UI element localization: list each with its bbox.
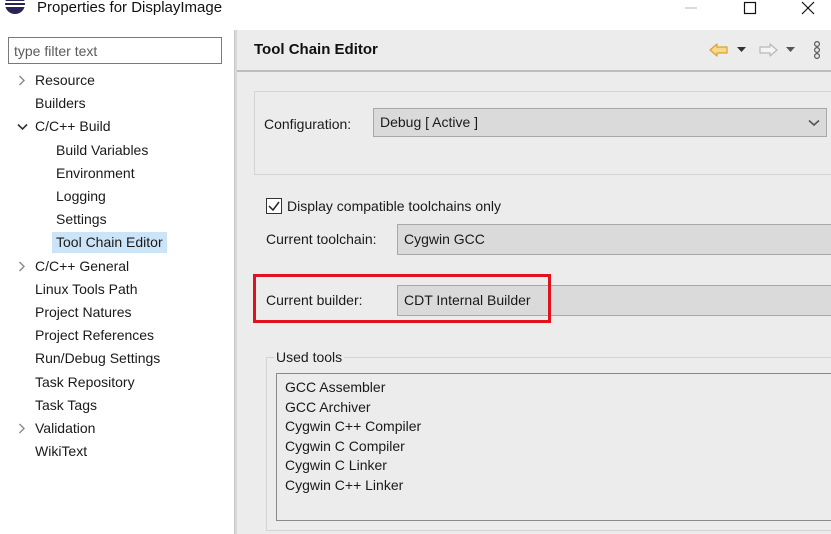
- window-title: Properties for DisplayImage: [37, 0, 223, 16]
- used-tools-label: Used tools: [274, 349, 345, 365]
- tree-item-label: WikiText: [35, 443, 88, 460]
- close-button[interactable]: [793, 0, 823, 16]
- checkmark-icon: [268, 201, 280, 212]
- tree-item-label: Task Tags: [35, 396, 97, 413]
- used-tool-item[interactable]: GCC Archiver: [285, 398, 831, 418]
- tree-item-label: Environment: [56, 164, 135, 181]
- maximize-button[interactable]: [735, 0, 765, 16]
- tree-item[interactable]: C/C++ General: [35, 256, 129, 277]
- tree-item[interactable]: Linux Tools Path: [35, 279, 137, 300]
- tool-chain-editor-page: Tool Chain Editor Configuration: Debug […: [237, 30, 831, 534]
- view-menu-icon: [813, 40, 821, 60]
- compatible-toolchains-label[interactable]: Display compatible toolchains only: [287, 198, 501, 214]
- used-tool-item[interactable]: Cygwin C Linker: [285, 456, 831, 476]
- tree-item-label: Task Repository: [35, 373, 135, 390]
- used-tool-item[interactable]: GCC Assembler: [285, 378, 831, 398]
- tree-item-label: Resource: [35, 72, 95, 88]
- back-history-dropdown[interactable]: [737, 40, 746, 60]
- forward-history-dropdown[interactable]: [786, 40, 795, 60]
- configuration-value: Debug [ Active ]: [380, 114, 479, 130]
- forward-button[interactable]: [758, 40, 778, 60]
- tree-item-label: Project References: [35, 327, 155, 344]
- current-builder-label: Current builder:: [266, 292, 363, 308]
- tree-item[interactable]: Validation: [35, 418, 95, 439]
- tree-item-label: Tool Chain Editor: [56, 234, 163, 251]
- tree-item[interactable]: Settings: [56, 209, 107, 230]
- tree-item[interactable]: C/C++ Build: [35, 116, 110, 137]
- chevron-right-icon[interactable]: [16, 418, 28, 439]
- chevron-down-icon[interactable]: [16, 116, 28, 137]
- used-tool-item[interactable]: Cygwin C++ Linker: [285, 476, 831, 496]
- back-button[interactable]: [709, 40, 729, 60]
- page-header: Tool Chain Editor: [237, 30, 831, 72]
- dropdown-arrow-icon: [786, 47, 795, 52]
- tree-item-label: Build Variables: [56, 141, 149, 158]
- tree-item[interactable]: Build Variables: [56, 140, 148, 161]
- dropdown-arrow-icon: [737, 47, 746, 52]
- configuration-select[interactable]: Debug [ Active ]: [373, 108, 827, 137]
- tree-item-label: Run/Debug Settings: [35, 350, 161, 367]
- tree-item-label: C/C++ General: [35, 257, 130, 274]
- chevron-down-icon: [808, 109, 820, 136]
- chevron-right-icon[interactable]: [16, 256, 28, 277]
- tree-item[interactable]: Task Repository: [35, 372, 135, 393]
- close-icon: [801, 1, 815, 15]
- current-toolchain-field[interactable]: Cygwin GCC: [397, 224, 831, 255]
- view-menu-button[interactable]: [813, 40, 821, 60]
- tree-item-label: Linux Tools Path: [35, 280, 138, 297]
- tree-item[interactable]: Project Natures: [35, 302, 131, 323]
- maximize-icon: [743, 1, 757, 15]
- tree-item-label: Project Natures: [35, 304, 132, 320]
- forward-arrow-icon: [759, 43, 778, 57]
- back-arrow-icon: [709, 43, 728, 57]
- minimize-icon: [685, 7, 697, 9]
- tree-item[interactable]: Builders: [35, 93, 86, 114]
- page-title: Tool Chain Editor: [254, 41, 378, 58]
- tree-item[interactable]: Resource: [35, 70, 95, 91]
- tree-item[interactable]: Environment: [56, 163, 135, 184]
- tree-item[interactable]: Logging: [56, 186, 106, 207]
- tree-item-label: Settings: [56, 211, 107, 228]
- current-builder-field[interactable]: CDT Internal Builder: [397, 285, 831, 316]
- current-builder-value: CDT Internal Builder: [404, 292, 531, 308]
- tree-item[interactable]: Task Tags: [35, 395, 97, 416]
- tree-item-label: Logging: [56, 188, 106, 204]
- filter-input[interactable]: [8, 37, 222, 64]
- title-bar: Properties for DisplayImage: [0, 0, 831, 30]
- used-tools-list[interactable]: GCC Assembler GCC Archiver Cygwin C++ Comp…: [276, 373, 831, 521]
- chevron-right-icon[interactable]: [16, 70, 28, 91]
- tree-item[interactable]: WikiText: [35, 441, 87, 462]
- tree-item[interactable]: Project References: [35, 325, 154, 346]
- tree-item-label: Validation: [35, 420, 96, 436]
- eclipse-icon: [4, 0, 26, 16]
- compatible-toolchains-checkbox[interactable]: [266, 198, 282, 214]
- current-toolchain-label: Current toolchain:: [266, 231, 377, 247]
- current-toolchain-value: Cygwin GCC: [404, 231, 485, 247]
- tree-item-label: Builders: [35, 95, 86, 112]
- used-tool-item[interactable]: Cygwin C Compiler: [285, 437, 831, 457]
- property-page-tree-panel: Resource Builders C/C++ Build Build Variabl…: [0, 30, 236, 534]
- tree-item[interactable]: Tool Chain Editor: [52, 232, 167, 254]
- tree-item[interactable]: Run/Debug Settings: [35, 348, 160, 369]
- minimize-button[interactable]: [676, 0, 706, 16]
- configuration-label: Configuration:: [264, 116, 352, 132]
- tree-item-label: C/C++ Build: [35, 118, 111, 135]
- used-tool-item[interactable]: Cygwin C++ Compiler: [285, 417, 831, 437]
